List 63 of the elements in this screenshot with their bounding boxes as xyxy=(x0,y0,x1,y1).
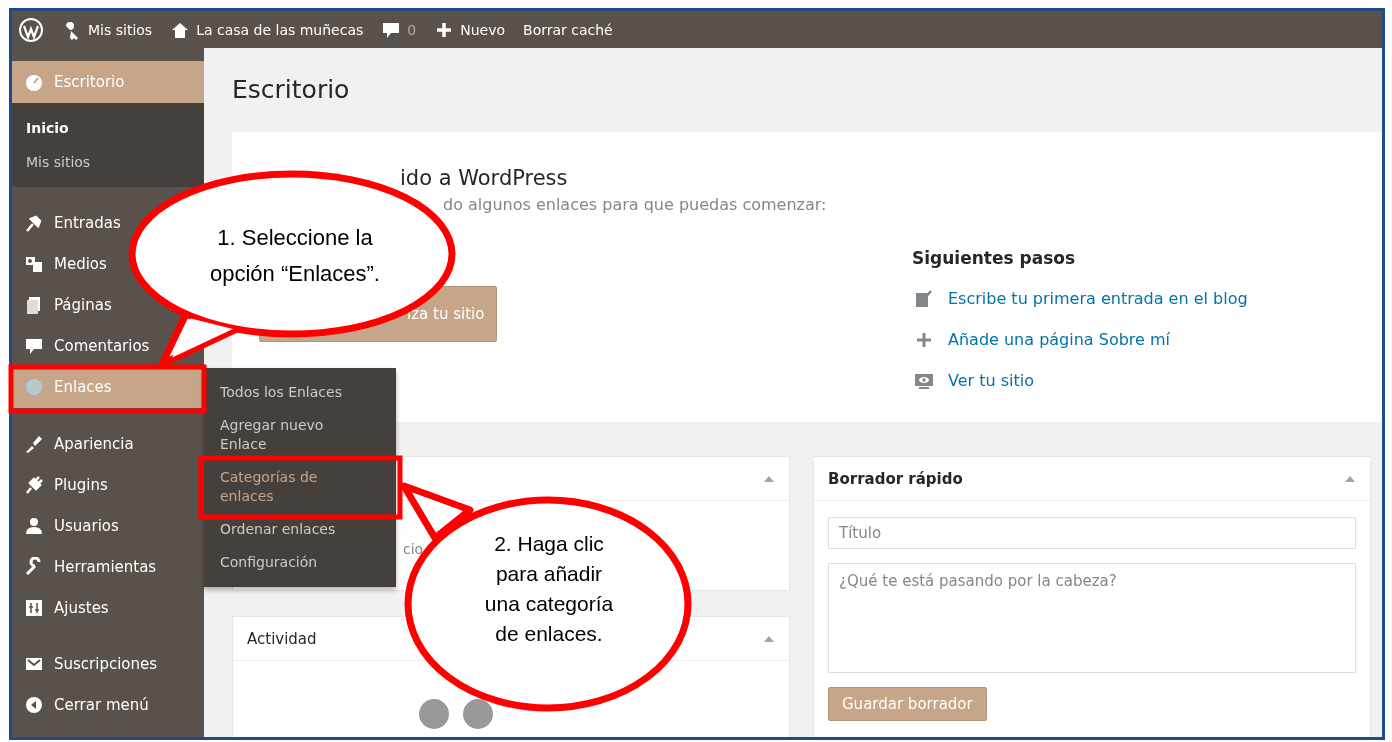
step-link[interactable]: Ver tu sitio xyxy=(948,371,1034,390)
avatar-icon xyxy=(463,699,493,729)
sliders-icon xyxy=(24,597,44,618)
menu-label: Escritorio xyxy=(54,73,125,91)
user-icon xyxy=(24,515,44,536)
page-title: Escritorio xyxy=(232,74,351,106)
brush-icon xyxy=(24,433,44,454)
menu-label: Páginas xyxy=(54,295,112,314)
welcome-heading: ido a WordPress xyxy=(400,165,569,191)
content-field[interactable]: ¿Qué te está pasando por la cabeza? xyxy=(828,563,1356,673)
submenu-item[interactable]: Ordenar enlaces xyxy=(220,520,360,539)
menu-item[interactable]: Páginas xyxy=(12,284,204,325)
avatar-icon xyxy=(419,699,449,729)
collapse-arrow-icon[interactable] xyxy=(763,474,775,483)
widget-title: Borrador rápido xyxy=(828,469,963,488)
menu-label: Cerrar menú xyxy=(54,695,149,714)
widget-text: cio xyxy=(403,541,424,557)
menu-item[interactable]: Herramientas xyxy=(12,546,204,587)
section-heading: Siguientes pasos xyxy=(912,248,1077,268)
toolbar-item[interactable]: Mis sitios xyxy=(62,19,153,40)
collapse-arrow-icon[interactable] xyxy=(1344,474,1356,483)
collapse-icon xyxy=(24,694,44,715)
step-link[interactable]: Añade una página Sobre mí xyxy=(948,330,1171,349)
toolbar-item[interactable]: La casa de las muñecas xyxy=(170,19,364,40)
menu-label: Suscripciones xyxy=(54,654,158,673)
menu-item[interactable]: Comentarios xyxy=(12,325,204,366)
menu-label: Herramientas xyxy=(54,557,157,576)
menu-label: Ajustes xyxy=(54,598,109,617)
collapse-arrow-icon[interactable] xyxy=(763,634,775,643)
menu-label: Plugins xyxy=(54,475,108,494)
welcome-subtitle: do algunos enlaces para que puedas comenzar: xyxy=(443,195,828,214)
menu-item[interactable]: Plugins xyxy=(12,464,204,505)
submenu-item[interactable]: Todos los Enlaces xyxy=(220,383,360,402)
callout-text: 2. Haga clic para añadir una categoría de enlaces. xyxy=(483,531,615,647)
widget-title: Actividad xyxy=(247,629,317,648)
callout-text: 1. Seleccione la opción “Enlaces”. xyxy=(209,224,381,288)
toolbar-item[interactable]: Borrar caché xyxy=(523,21,613,38)
menu-item[interactable]: Entradas xyxy=(12,202,204,243)
submenu-item[interactable]: Configuración xyxy=(220,553,360,572)
menu-label: Enlaces xyxy=(54,378,112,396)
gauge-icon xyxy=(24,72,44,92)
submenu-item[interactable]: Agregar nuevo Enlace xyxy=(220,416,360,454)
step-link[interactable]: Escribe tu primera entrada en el blog xyxy=(948,289,1248,308)
menu-item[interactable]: Cerrar menú xyxy=(12,684,204,725)
menu-item[interactable]: Medios xyxy=(12,243,204,284)
submenu-item[interactable]: Mis sitios xyxy=(12,145,204,179)
menu-label: Medios xyxy=(54,254,107,273)
submenu-item[interactable]: Categorías de enlaces xyxy=(220,468,360,506)
menu-label: Comentarios xyxy=(54,336,150,355)
plug-icon xyxy=(24,474,44,495)
menu-item[interactable]: Suscripciones xyxy=(12,643,204,684)
menu-label: Apariencia xyxy=(54,434,134,453)
menu-item[interactable]: Apariencia xyxy=(12,423,204,464)
globe-icon xyxy=(24,377,44,397)
edit-icon xyxy=(914,288,934,309)
menu-label: Entradas xyxy=(54,213,121,232)
submenu-item[interactable]: Inicio xyxy=(12,111,204,145)
title-field[interactable]: Título xyxy=(828,517,1356,549)
menu-item[interactable]: Ajustes xyxy=(12,587,204,628)
menu-item[interactable]: Usuarios xyxy=(12,505,204,546)
wordpress-logo-icon[interactable] xyxy=(18,16,44,43)
toolbar-item[interactable]: Nuevo xyxy=(434,19,506,40)
menu-label: Usuarios xyxy=(54,516,119,535)
